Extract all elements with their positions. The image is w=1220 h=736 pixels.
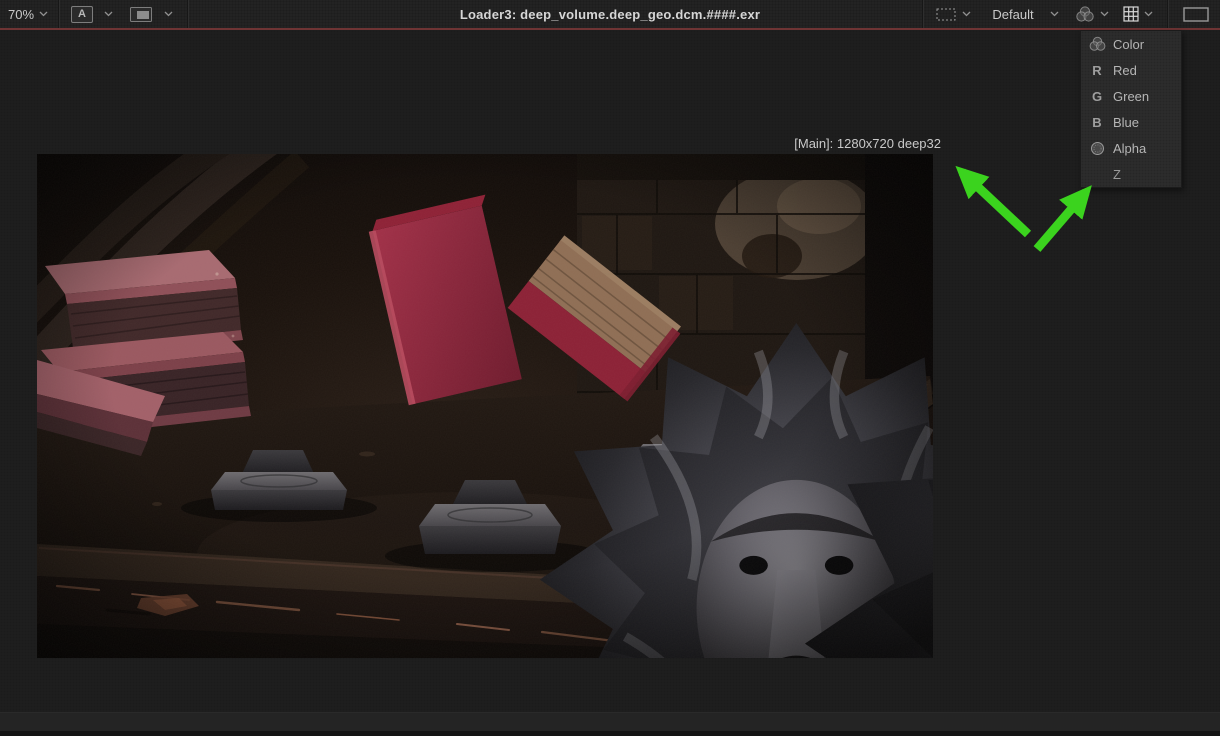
menu-item-label: Z bbox=[1113, 167, 1121, 182]
toolbar-separator bbox=[187, 0, 188, 28]
lut-control[interactable]: Default bbox=[989, 7, 1059, 22]
chevron-down-icon[interactable] bbox=[962, 11, 971, 17]
channel-dropdown-menu: Color R Red G Green B Blue Alpha Z bbox=[1080, 30, 1182, 188]
viewer-image[interactable] bbox=[37, 154, 933, 658]
single-view-icon[interactable] bbox=[1182, 6, 1210, 23]
menu-item-alpha[interactable]: Alpha bbox=[1081, 135, 1181, 161]
menu-item-color[interactable]: Color bbox=[1081, 31, 1181, 57]
menu-item-label: Color bbox=[1113, 37, 1144, 52]
green-channel-letter-icon: G bbox=[1081, 89, 1113, 104]
grid-icon[interactable] bbox=[1123, 6, 1139, 22]
menu-item-green[interactable]: G Green bbox=[1081, 83, 1181, 109]
menu-item-label: Alpha bbox=[1113, 141, 1146, 156]
chevron-down-icon[interactable] bbox=[104, 11, 113, 17]
buffer-a-button[interactable]: A bbox=[71, 6, 93, 23]
blue-channel-letter-icon: B bbox=[1081, 115, 1113, 130]
lut-value[interactable]: Default bbox=[989, 7, 1037, 22]
menu-item-label: Green bbox=[1113, 89, 1149, 104]
menu-item-red[interactable]: R Red bbox=[1081, 57, 1181, 83]
lion-still-life-photo bbox=[37, 154, 933, 658]
viewer-toolbar: 70% A Loader3: deep_volume.deep_geo.dcm.… bbox=[0, 0, 1220, 28]
subview-control[interactable] bbox=[129, 6, 173, 23]
menu-item-label: Red bbox=[1113, 63, 1137, 78]
toolbar-separator bbox=[922, 0, 923, 28]
alpha-circle-icon bbox=[1081, 141, 1113, 156]
red-channel-letter-icon: R bbox=[1081, 63, 1113, 78]
chevron-down-icon[interactable] bbox=[39, 11, 48, 17]
chevron-down-icon[interactable] bbox=[1100, 11, 1109, 17]
checker-grid-control[interactable] bbox=[1123, 6, 1153, 22]
chevron-down-icon[interactable] bbox=[1144, 11, 1153, 17]
rgb-venn-icon bbox=[1081, 36, 1113, 52]
menu-item-z[interactable]: Z bbox=[1081, 161, 1181, 187]
viewer-canvas-area[interactable]: [Main]: 1280x720 deep32 bbox=[0, 30, 1220, 712]
chevron-down-icon[interactable] bbox=[1050, 11, 1059, 17]
menu-item-blue[interactable]: B Blue bbox=[1081, 109, 1181, 135]
toolbar-separator bbox=[1167, 0, 1168, 28]
subview-icon[interactable] bbox=[129, 6, 153, 23]
chevron-down-icon[interactable] bbox=[164, 11, 173, 17]
rgb-venn-icon[interactable] bbox=[1075, 5, 1095, 23]
channel-select-control[interactable] bbox=[1075, 5, 1109, 23]
region-of-interest-icon[interactable] bbox=[935, 7, 957, 22]
transport-bar bbox=[0, 712, 1220, 736]
zoom-level-control[interactable]: 70% bbox=[8, 7, 48, 22]
buffer-ab-control[interactable]: A bbox=[71, 6, 113, 23]
roi-control[interactable] bbox=[935, 7, 971, 22]
toolbar-separator bbox=[58, 0, 59, 28]
zoom-level-value[interactable]: 70% bbox=[8, 7, 34, 22]
menu-item-label: Blue bbox=[1113, 115, 1139, 130]
image-status-text: [Main]: 1280x720 deep32 bbox=[794, 136, 941, 151]
fusion-viewer-window: 70% A Loader3: deep_volume.deep_geo.dcm.… bbox=[0, 0, 1220, 736]
